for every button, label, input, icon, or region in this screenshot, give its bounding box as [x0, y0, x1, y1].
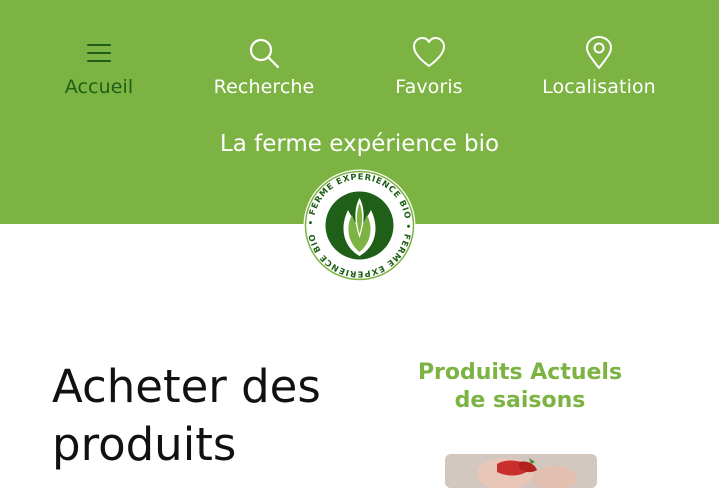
heading-line-2: produits — [52, 418, 237, 471]
heart-icon — [413, 37, 445, 67]
brand-name: La ferme expérience bio — [219, 131, 500, 157]
nav-item-recherche[interactable]: Recherche — [184, 36, 344, 98]
buy-products-heading: Acheter des produits — [52, 358, 372, 474]
search-icon — [249, 38, 280, 69]
seasonal-products-title: Produits Actuels de saisons — [380, 359, 660, 415]
nav-label-favoris: Favoris — [395, 76, 463, 98]
season-title-line-1: Produits Actuels — [417, 360, 623, 385]
farm-logo[interactable]: • FERME EXPERIENCE BIO • FERME EXPERIENC… — [302, 168, 417, 283]
nav-label-accueil: Accueil — [64, 76, 134, 98]
nav-item-accueil[interactable]: Accueil — [19, 36, 179, 98]
heading-line-1: Acheter des — [52, 360, 321, 413]
nav-label-localisation: Localisation — [542, 76, 656, 98]
product-image[interactable] — [445, 454, 597, 488]
menu-icon — [87, 44, 111, 62]
leaf-logo-icon: • FERME EXPERIENCE BIO • FERME EXPERIENC… — [303, 169, 416, 282]
nav-label-recherche: Recherche — [213, 76, 315, 98]
season-title-line-2: de saisons — [454, 388, 586, 413]
location-pin-icon — [586, 36, 612, 69]
nav-item-favoris[interactable]: Favoris — [349, 36, 509, 98]
strawberry-image — [445, 454, 597, 488]
nav-item-localisation[interactable]: Localisation — [519, 36, 679, 98]
